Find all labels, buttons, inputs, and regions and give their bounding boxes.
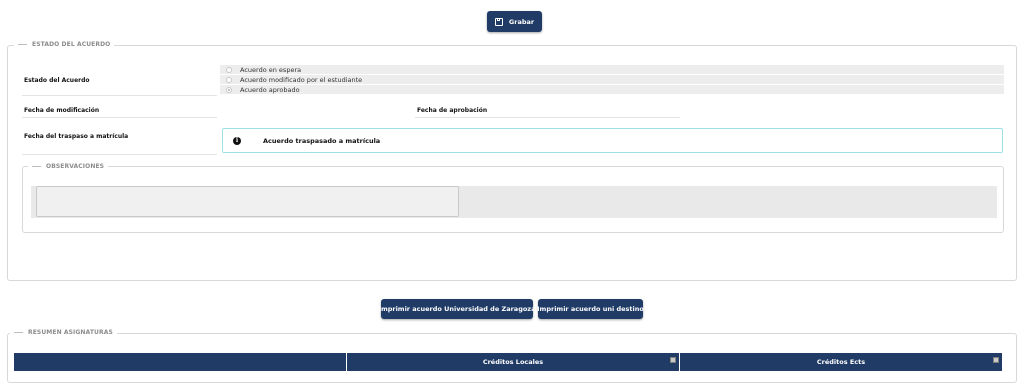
fecha-modificacion-underline bbox=[22, 117, 217, 118]
column-header-creditos-ects[interactable]: Créditos Ects bbox=[680, 353, 1002, 371]
resumen-legend: RESUMEN ASIGNATURAS bbox=[10, 329, 117, 336]
info-icon: i bbox=[233, 136, 241, 145]
fecha-traspaso-underline bbox=[22, 154, 217, 155]
sort-icon[interactable] bbox=[670, 357, 676, 363]
observaciones-textarea[interactable] bbox=[36, 186, 459, 217]
radio-option-aprobado[interactable]: Acuerdo aprobado bbox=[220, 85, 1004, 94]
column-header-creditos-locales-label: Créditos Locales bbox=[482, 358, 544, 366]
sort-icon[interactable] bbox=[993, 357, 999, 363]
save-button[interactable]: Grabar bbox=[487, 11, 542, 32]
print-destino-button[interactable]: Imprimir acuerdo uni destino bbox=[537, 299, 644, 319]
radio-modificado[interactable] bbox=[226, 76, 232, 83]
fecha-traspaso-label: Fecha del traspaso a matrícula bbox=[24, 133, 129, 140]
column-header-asignatura[interactable] bbox=[14, 353, 347, 371]
fecha-modificacion-label: Fecha de modificación bbox=[24, 107, 100, 114]
radio-option-modificado[interactable]: Acuerdo modificado por el estudiante bbox=[220, 75, 1004, 84]
estado-label: Estado del Acuerdo bbox=[24, 77, 90, 84]
fecha-aprobacion-underline bbox=[415, 117, 680, 118]
save-button-label: Grabar bbox=[508, 17, 535, 26]
radio-aprobado-label: Acuerdo aprobado bbox=[240, 85, 300, 94]
radio-option-espera[interactable]: Acuerdo en espera bbox=[220, 65, 1004, 74]
print-unizar-button[interactable]: Imprimir acuerdo Universidad de Zaragoza bbox=[379, 299, 535, 319]
column-header-creditos-ects-label: Créditos Ects bbox=[816, 358, 866, 366]
observaciones-legend: OBSERVACIONES bbox=[28, 163, 109, 170]
radio-aprobado[interactable] bbox=[226, 86, 232, 93]
info-alert: i Acuerdo traspasado a matrícula bbox=[222, 128, 1003, 153]
resumen-table-header: Créditos Locales Créditos Ects bbox=[14, 353, 1002, 371]
estado-legend: ESTADO DEL ACUERDO bbox=[14, 41, 115, 48]
radio-espera[interactable] bbox=[226, 66, 232, 73]
info-message: Acuerdo traspasado a matrícula bbox=[263, 136, 381, 145]
save-icon bbox=[494, 17, 503, 26]
radio-espera-label: Acuerdo en espera bbox=[240, 65, 302, 74]
radio-modificado-label: Acuerdo modificado por el estudiante bbox=[240, 75, 363, 84]
column-header-creditos-locales[interactable]: Créditos Locales bbox=[347, 353, 680, 371]
fecha-aprobacion-label: Fecha de aprobación bbox=[417, 107, 488, 114]
estado-underline bbox=[22, 95, 217, 96]
